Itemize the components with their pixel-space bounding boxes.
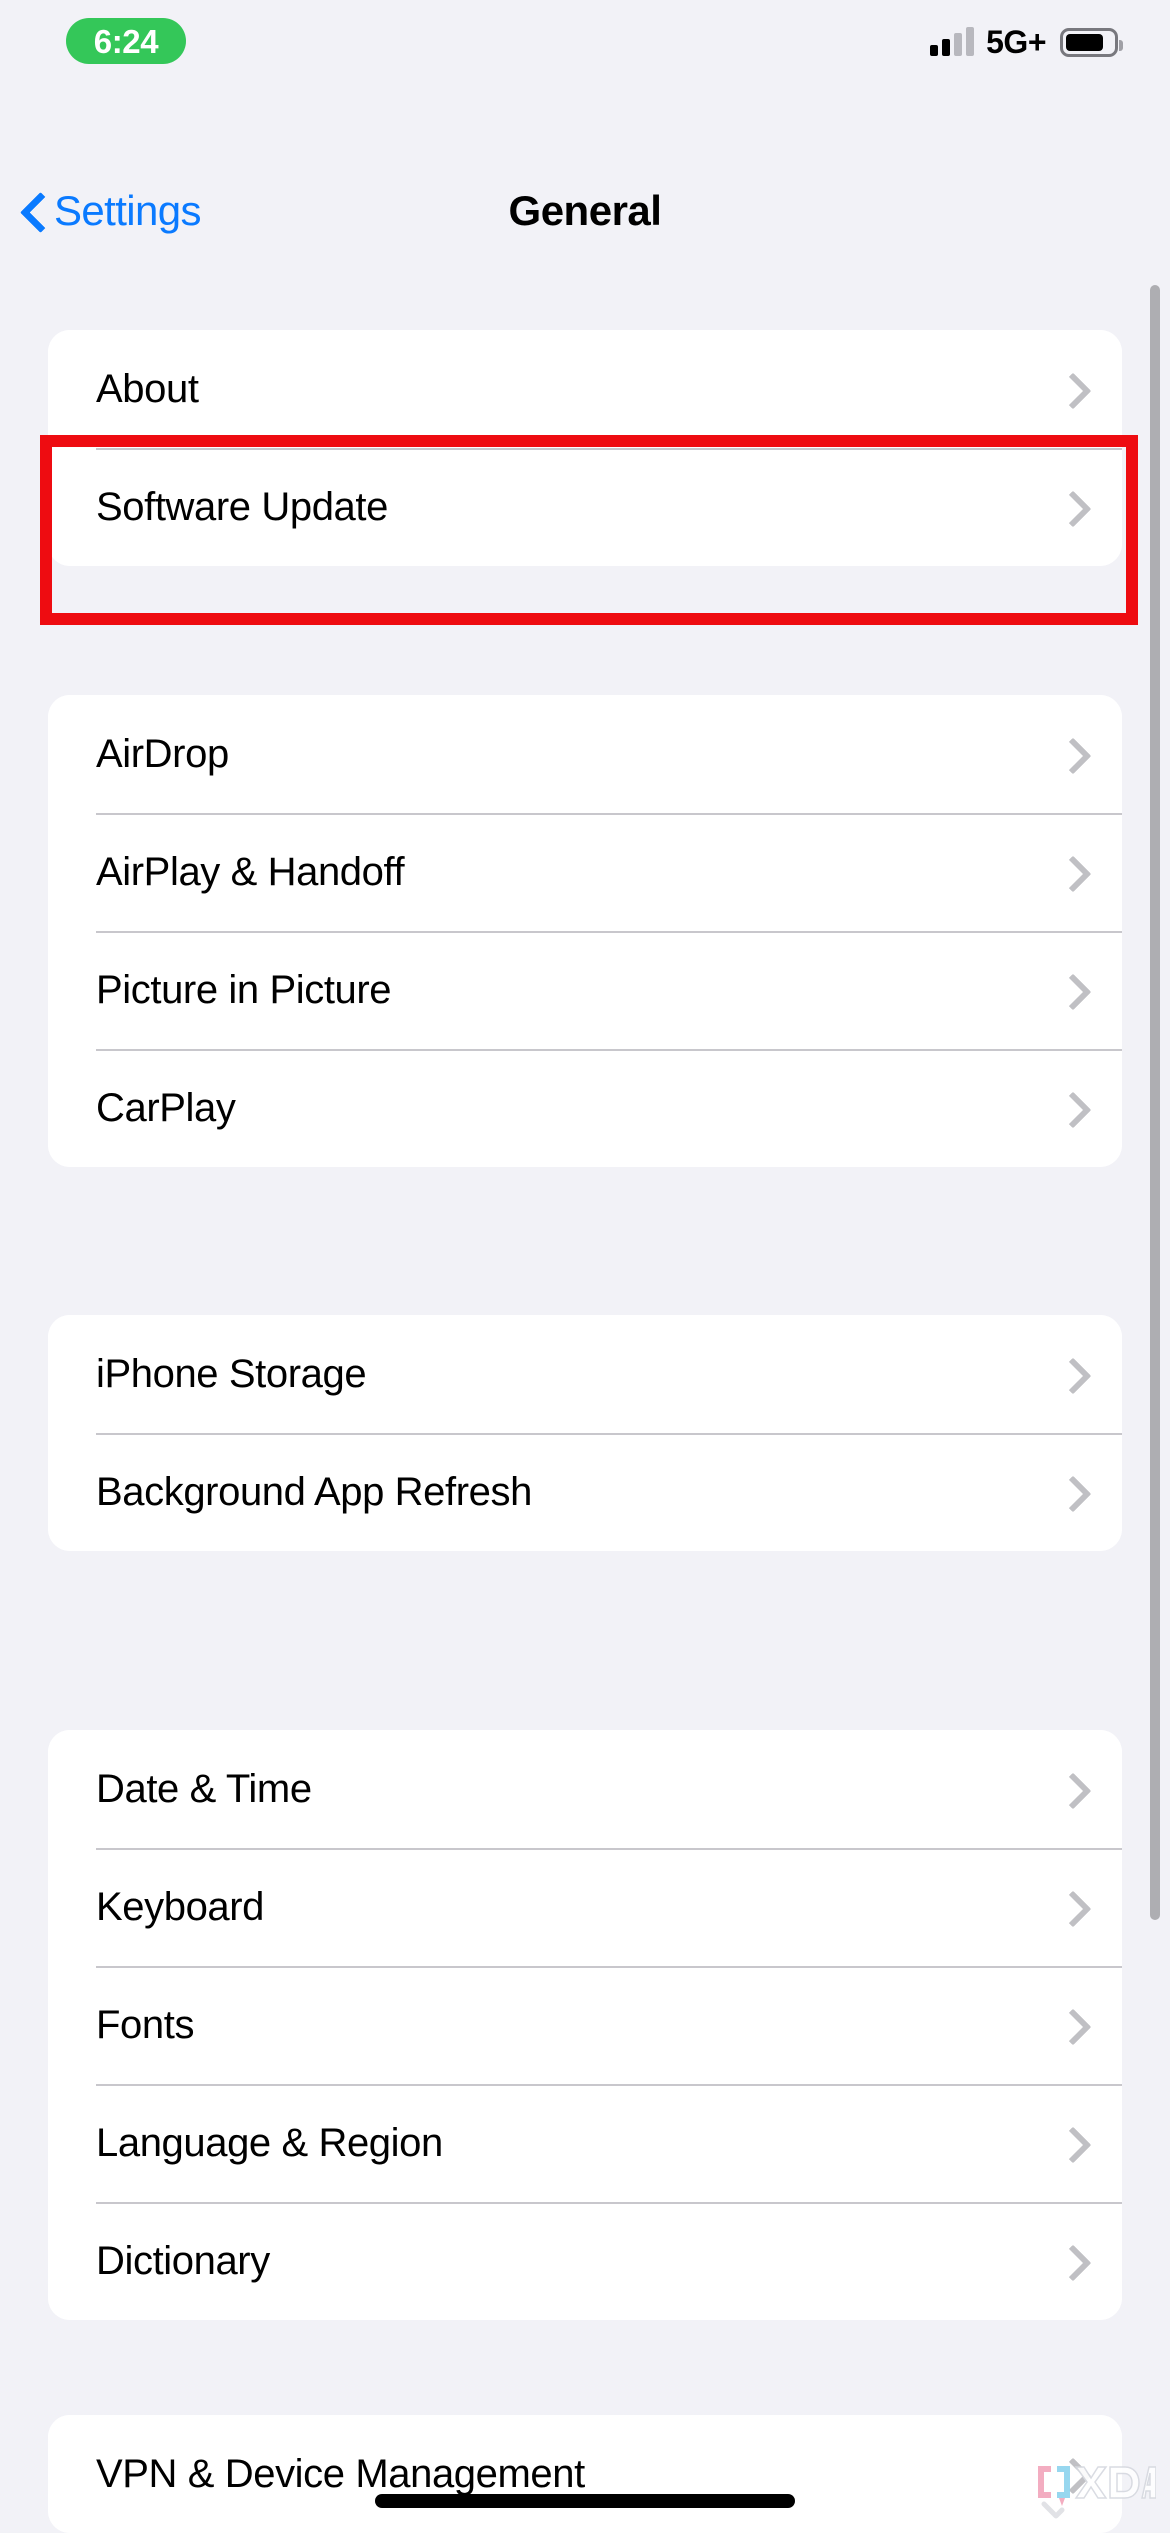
settings-row[interactable]: CarPlay <box>48 1049 1122 1167</box>
settings-row-label: AirPlay & Handoff <box>96 850 405 894</box>
settings-row[interactable]: Language & Region <box>48 2084 1122 2202</box>
chevron-left-icon <box>20 189 46 233</box>
chevron-right-icon <box>1060 2006 1082 2044</box>
settings-row-label: Picture in Picture <box>96 968 392 1012</box>
row-divider <box>96 813 1122 815</box>
chevron-right-icon <box>1060 488 1082 526</box>
status-indicators: 5G+ <box>930 20 1123 64</box>
chevron-right-icon <box>1060 853 1082 891</box>
settings-group: Date & Time Keyboard Fonts Language & Regio… <box>48 1730 1122 2320</box>
settings-row[interactable]: Date & Time <box>48 1730 1122 1848</box>
settings-group: VPN & Device Management <box>48 2415 1122 2533</box>
status-time: 6:24 <box>93 22 159 60</box>
row-divider <box>96 1966 1122 1968</box>
settings-row-label: Software Update <box>96 485 388 529</box>
row-divider <box>96 2084 1122 2086</box>
settings-row-label: About <box>96 367 199 411</box>
settings-row-label: Fonts <box>96 2003 195 2047</box>
settings-row[interactable]: AirPlay & Handoff <box>48 813 1122 931</box>
chevron-right-icon <box>1060 2124 1082 2162</box>
back-button-label: Settings <box>54 187 202 234</box>
settings-row-label: CarPlay <box>96 1086 236 1130</box>
row-divider <box>96 931 1122 933</box>
settings-group: AirDrop AirPlay & Handoff Picture in Pictu… <box>48 695 1122 1167</box>
xda-watermark <box>1038 2466 1156 2519</box>
chevron-right-icon <box>1060 1089 1082 1127</box>
settings-row[interactable]: Keyboard <box>48 1848 1122 1966</box>
scrollbar[interactable] <box>1150 285 1160 1920</box>
settings-row-label: Dictionary <box>96 2239 270 2283</box>
settings-row-label: iPhone Storage <box>96 1352 367 1396</box>
row-divider <box>96 1848 1122 1850</box>
settings-row[interactable]: VPN & Device Management <box>48 2415 1122 2533</box>
settings-row[interactable]: Dictionary <box>48 2202 1122 2320</box>
back-button[interactable]: Settings <box>20 175 202 247</box>
settings-row[interactable]: Background App Refresh <box>48 1433 1122 1551</box>
settings-row-label: Background App Refresh <box>96 1470 532 1514</box>
row-divider <box>96 448 1122 450</box>
settings-row[interactable]: AirDrop <box>48 695 1122 813</box>
chevron-right-icon <box>1060 370 1082 408</box>
row-divider <box>96 2202 1122 2204</box>
chevron-right-icon <box>1060 971 1082 1009</box>
chevron-right-icon <box>1060 1770 1082 1808</box>
settings-row-label: AirDrop <box>96 732 229 776</box>
chevron-right-icon <box>1060 1888 1082 1926</box>
row-divider <box>96 1049 1122 1051</box>
settings-row[interactable]: About <box>48 330 1122 448</box>
settings-row-label: VPN & Device Management <box>96 2452 585 2496</box>
chevron-right-icon <box>1060 2242 1082 2280</box>
settings-row-label: Keyboard <box>96 1885 265 1929</box>
settings-row-label: Language & Region <box>96 2121 443 2165</box>
cellular-signal-icon <box>930 27 975 56</box>
settings-group: iPhone Storage Background App Refresh <box>48 1315 1122 1551</box>
home-indicator <box>375 2494 795 2508</box>
chevron-right-icon <box>1060 735 1082 773</box>
network-type-label: 5G+ <box>986 24 1046 60</box>
chevron-right-icon <box>1060 1473 1082 1511</box>
settings-list: About Software Update AirDrop AirPlay & Ha… <box>0 330 1170 2533</box>
settings-row-label: Date & Time <box>96 1767 312 1811</box>
battery-icon <box>1060 27 1123 57</box>
settings-row[interactable]: Software Update <box>48 448 1122 566</box>
settings-group: About Software Update <box>48 330 1122 566</box>
settings-row[interactable]: Picture in Picture <box>48 931 1122 1049</box>
settings-row[interactable]: Fonts <box>48 1966 1122 2084</box>
status-bar: 6:24 5G+ <box>0 0 1170 100</box>
status-time-pill[interactable]: 6:24 <box>66 18 186 64</box>
navigation-bar: General Settings <box>0 175 1170 265</box>
chevron-right-icon <box>1060 1355 1082 1393</box>
row-divider <box>96 1433 1122 1435</box>
settings-row[interactable]: iPhone Storage <box>48 1315 1122 1433</box>
